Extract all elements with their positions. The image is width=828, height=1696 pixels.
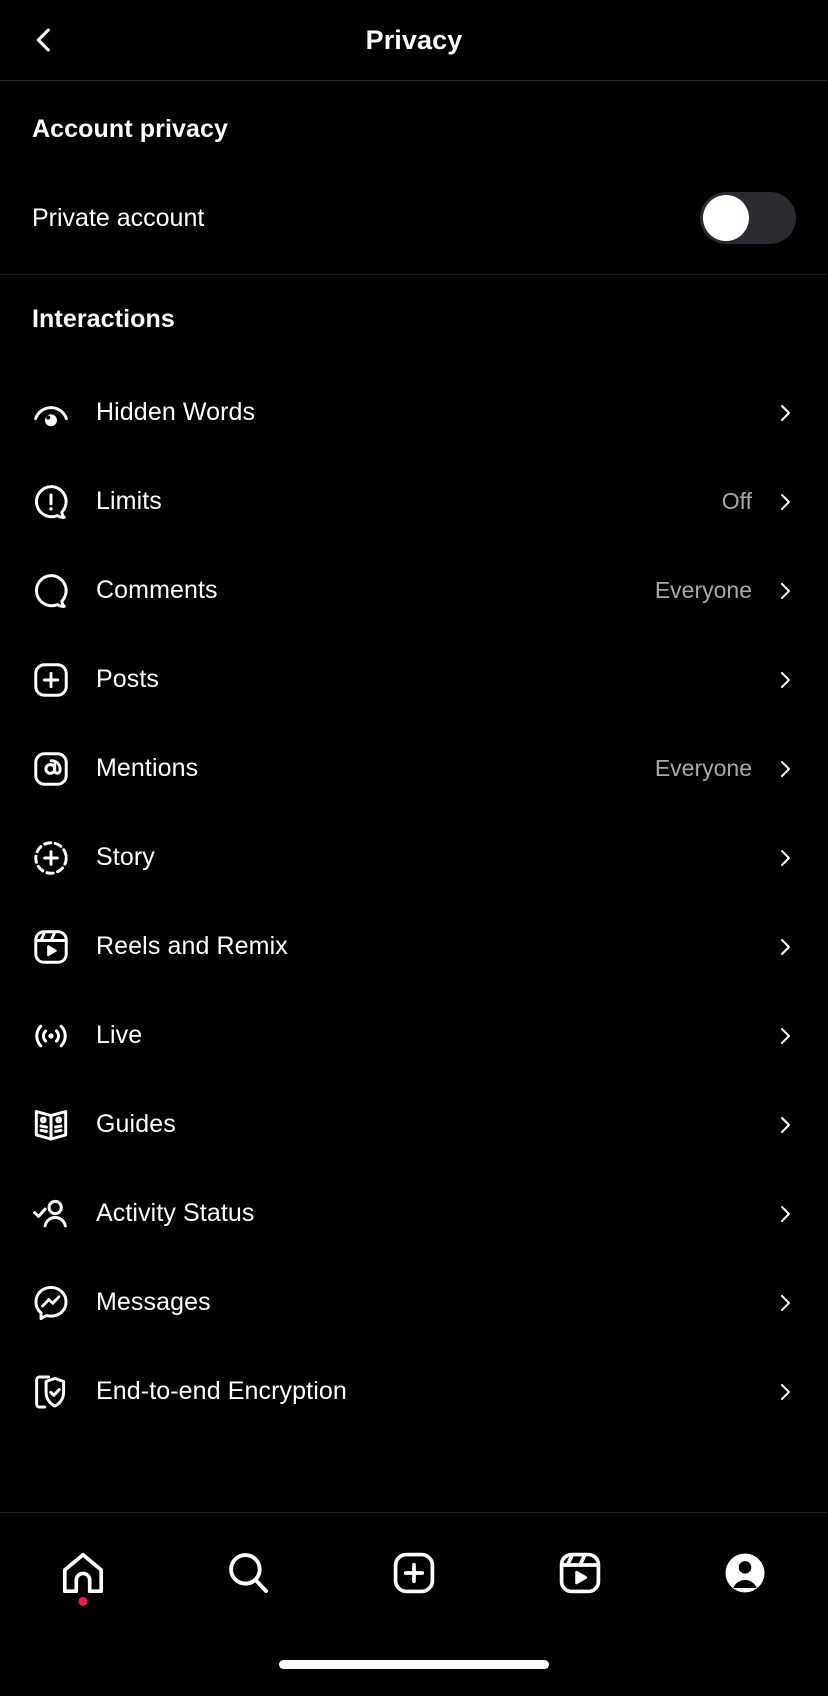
chevron-right-icon [772,668,798,692]
hidden-words-icon [28,390,74,436]
nav-reels[interactable] [497,1513,663,1632]
interactions-list: Hidden Words Limits Off Comments Everyon… [0,368,828,1436]
nav-create[interactable] [331,1513,497,1632]
chevron-right-icon [772,1202,798,1226]
list-item-label: Mentions [96,754,199,782]
list-item-label: Reels and Remix [96,932,288,960]
list-item-label: Live [96,1021,143,1049]
list-item-value: Off [721,488,752,514]
list-item-label: Guides [96,1110,176,1138]
page-title: Privacy [365,24,463,55]
posts-plus-icon [28,657,74,703]
shield-check-icon [28,1369,74,1415]
privacy-settings-screen: Privacy Account privacy Private account … [0,0,828,1696]
list-item-comments[interactable]: Comments Everyone [0,546,828,635]
private-account-toggle[interactable] [700,192,796,244]
private-account-label: Private account [32,203,205,232]
activity-status-icon [28,1191,74,1237]
list-item-reels-and-remix[interactable]: Reels and Remix [0,902,828,991]
list-item-mentions[interactable]: Mentions Everyone [0,724,828,813]
list-item-hidden-words[interactable]: Hidden Words [0,368,828,457]
section-title-interactions: Interactions [32,305,175,333]
chevron-right-icon [772,1380,798,1404]
list-item-end-to-end-encryption[interactable]: End-to-end Encryption [0,1347,828,1436]
live-broadcast-icon [28,1013,74,1059]
private-account-row[interactable]: Private account [0,182,828,254]
list-item-messages[interactable]: Messages [0,1258,828,1347]
list-item-label: Posts [96,665,160,693]
bottom-area [0,1512,828,1696]
chevron-right-icon [772,1024,798,1048]
list-item-activity-status[interactable]: Activity Status [0,1169,828,1258]
list-item-live[interactable]: Live [0,991,828,1080]
app-header: Privacy [0,0,828,81]
list-item-value: Everyone [654,755,752,781]
list-item-guides[interactable]: Guides [0,1080,828,1169]
nav-home[interactable] [0,1513,166,1632]
chevron-right-icon [772,401,798,425]
chevron-right-icon [772,846,798,870]
comment-bubble-icon [28,568,74,614]
list-item-label: Activity Status [96,1199,255,1227]
section-title-account-privacy: Account privacy [32,115,229,143]
bottom-navigation-bar [0,1512,828,1632]
limits-icon [28,479,74,525]
chevron-right-icon [772,490,798,514]
list-item-label: Limits [96,487,162,515]
plus-square-icon [393,1552,435,1593]
list-item-label: Comments [96,576,218,604]
nav-search[interactable] [166,1513,332,1632]
story-plus-icon [28,835,74,881]
search-icon [229,1552,269,1593]
chevron-right-icon [772,757,798,781]
chevron-right-icon [772,935,798,959]
guides-book-icon [28,1102,74,1148]
nav-profile[interactable] [662,1513,828,1632]
profile-avatar-icon [725,1553,765,1592]
home-indicator[interactable] [279,1659,549,1669]
section-interactions: Interactions Hidden Words Limits Off Com… [0,275,828,1436]
list-item-story[interactable]: Story [0,813,828,902]
home-notification-badge [78,1597,88,1606]
list-item-value: Everyone [654,577,752,603]
list-item-label: Messages [96,1288,211,1316]
list-item-limits[interactable]: Limits Off [0,457,828,546]
list-item-label: Hidden Words [96,398,256,426]
reels-icon [28,924,74,970]
back-button[interactable] [14,10,74,70]
home-indicator-area [0,1632,828,1696]
mention-at-icon [28,746,74,792]
chevron-left-icon [36,28,50,52]
reels-icon [559,1552,600,1593]
section-account-privacy: Account privacy Private account [0,81,828,274]
chevron-right-icon [772,1291,798,1315]
messenger-icon [28,1280,74,1326]
chevron-right-icon [772,579,798,603]
list-item-posts[interactable]: Posts [0,635,828,724]
list-item-label: Story [96,843,155,871]
chevron-right-icon [772,1113,798,1137]
toggle-knob [703,195,749,241]
home-icon [62,1552,103,1593]
list-item-label: End-to-end Encryption [96,1377,347,1405]
